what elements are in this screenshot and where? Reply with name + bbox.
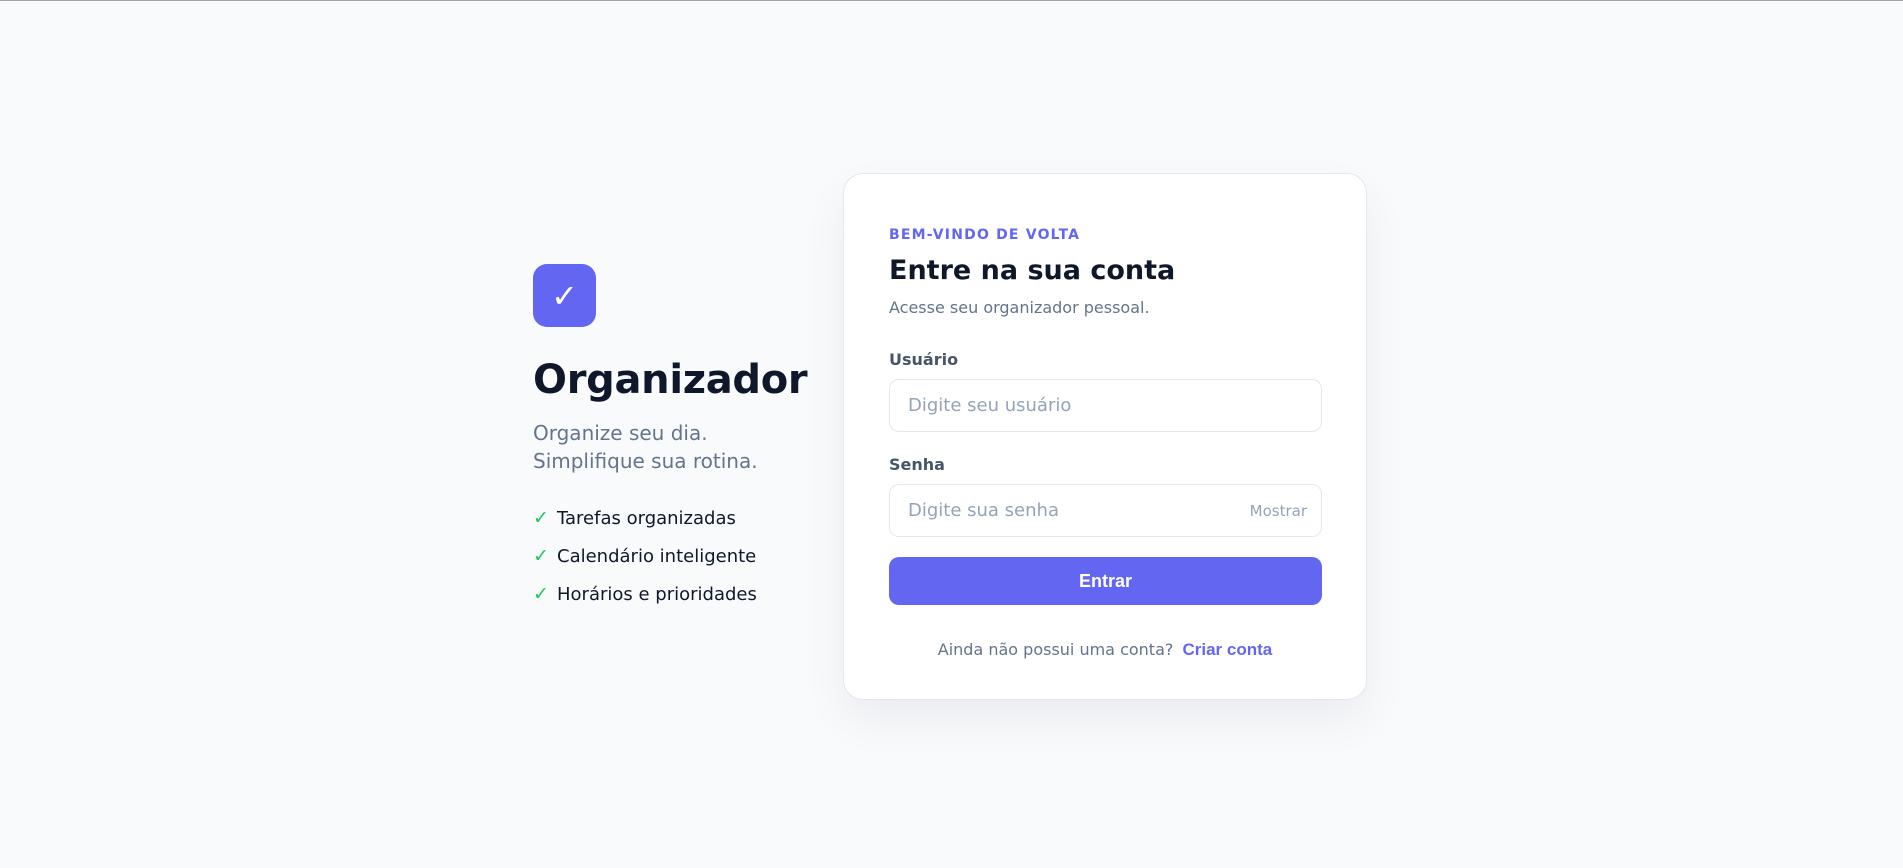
window-top-border (0, 0, 1903, 1)
password-label: Senha (889, 455, 945, 474)
app-tagline: Organize seu dia. Simplifique sua rotina… (533, 419, 813, 475)
feature-item: ✓ Tarefas organizadas (533, 499, 813, 537)
feature-list: ✓ Tarefas organizadas ✓ Calendário intel… (533, 499, 813, 613)
app-logo: ✓ (533, 264, 596, 327)
login-button[interactable]: Entrar (889, 557, 1322, 605)
login-card: BEM-VINDO DE VOLTA Entre na sua conta Ac… (843, 173, 1367, 700)
checkmark-icon: ✓ (551, 277, 578, 314)
username-label: Usuário (889, 350, 959, 369)
check-icon: ✓ (533, 507, 549, 529)
check-icon: ✓ (533, 583, 549, 605)
create-account-link[interactable]: Criar conta (1182, 640, 1272, 659)
feature-item: ✓ Horários e prioridades (533, 575, 813, 613)
feature-item: ✓ Calendário inteligente (533, 537, 813, 575)
username-field-wrapper (889, 379, 1322, 432)
show-password-button[interactable]: Mostrar (1250, 502, 1307, 520)
feature-label: Tarefas organizadas (557, 507, 736, 529)
signup-prompt: Ainda não possui uma conta? Criar conta (889, 640, 1321, 660)
login-page: ✓ Organizador Organize seu dia. Simplifi… (0, 0, 1903, 868)
tagline-line-1: Organize seu dia. (533, 421, 708, 445)
brand-panel: ✓ Organizador Organize seu dia. Simplifi… (533, 264, 813, 613)
feature-label: Horários e prioridades (557, 583, 757, 605)
password-field-wrapper: Mostrar (889, 484, 1322, 537)
tagline-line-2: Simplifique sua rotina. (533, 449, 758, 473)
feature-label: Calendário inteligente (557, 545, 757, 567)
username-input[interactable] (890, 380, 1321, 431)
welcome-eyebrow: BEM-VINDO DE VOLTA (889, 227, 1081, 243)
check-icon: ✓ (533, 545, 549, 567)
login-title: Entre na sua conta (889, 255, 1176, 286)
signup-prompt-text: Ainda não possui uma conta? (937, 640, 1174, 659)
login-subtitle: Acesse seu organizador pessoal. (889, 298, 1150, 317)
app-title: Organizador (533, 357, 808, 403)
